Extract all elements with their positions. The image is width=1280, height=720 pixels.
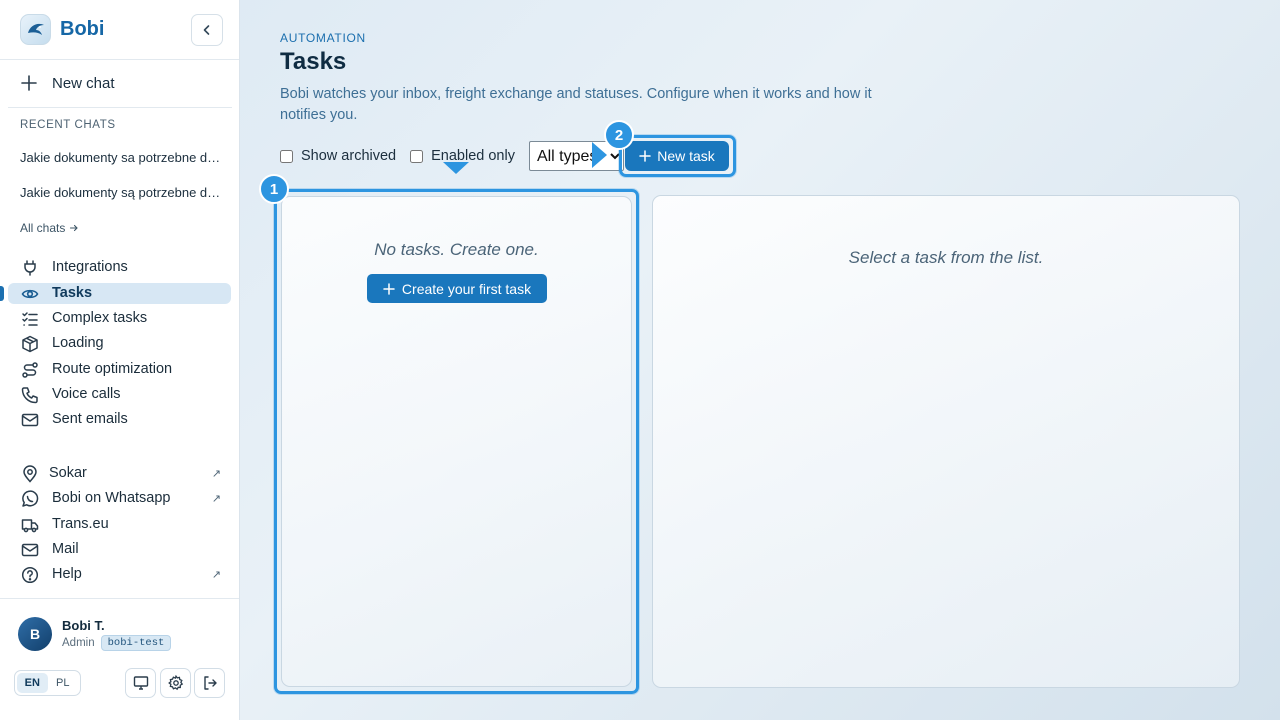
task-list-empty-message: No tasks. Create one. xyxy=(374,240,539,259)
create-first-task-label: Create your first task xyxy=(401,280,532,297)
eye-icon xyxy=(20,284,40,304)
task-list-panel: No tasks. Create one. Create your first … xyxy=(281,196,632,687)
sidebar-item-route-optimization[interactable]: Route optimization xyxy=(8,359,231,380)
sidebar-item-label: Complex tasks xyxy=(52,310,148,326)
sidebar-item-complex-tasks[interactable]: Complex tasks xyxy=(8,308,231,329)
annotation-marker-2: 2 xyxy=(604,120,634,150)
sidebar-item-label: Integrations xyxy=(52,259,128,275)
help-icon xyxy=(20,565,40,585)
package-icon xyxy=(20,334,40,354)
new-chat-label: New chat xyxy=(52,74,115,92)
divider xyxy=(8,107,232,108)
sidebar-link-whatsapp[interactable]: Bobi on Whatsapp ↗ xyxy=(8,488,231,509)
external-link-icon: ↗ xyxy=(211,569,221,581)
brand[interactable]: Bobi xyxy=(20,14,104,45)
sidebar-link-label: Help xyxy=(52,566,82,582)
logout-button[interactable] xyxy=(194,668,225,698)
user-name: Bobi T. xyxy=(62,617,105,633)
page-title: Tasks xyxy=(280,48,347,75)
sidebar-item-voice-calls[interactable]: Voice calls xyxy=(8,384,231,405)
plus-icon xyxy=(639,150,651,162)
divider xyxy=(0,59,239,60)
chevron-left-icon xyxy=(203,25,210,35)
recent-chat-item[interactable]: Jakie dokumenty sa potrzebne do... xyxy=(20,150,222,165)
section-eyebrow: AUTOMATION xyxy=(280,31,366,45)
plus-icon xyxy=(21,75,37,91)
sidebar-link-trans-eu[interactable]: Trans.eu xyxy=(8,514,231,535)
create-first-task-button[interactable]: Create your first task xyxy=(367,274,547,303)
logout-icon xyxy=(203,676,217,690)
new-chat-button[interactable]: New chat xyxy=(20,72,115,94)
new-task-label: New task xyxy=(657,148,715,164)
gear-icon xyxy=(167,675,183,691)
dolphin-logo-icon xyxy=(20,14,51,45)
recent-chats-heading: RECENT CHATS xyxy=(20,119,116,131)
annotation-pointer-right xyxy=(592,142,607,168)
show-archived-label: Show archived xyxy=(301,148,397,164)
divider xyxy=(0,598,239,599)
sidebar-item-label: Route optimization xyxy=(52,361,173,377)
route-icon xyxy=(20,360,40,380)
org-badge: bobi-test xyxy=(100,634,172,651)
annotation-marker-1: 1 xyxy=(259,174,289,204)
avatar: B xyxy=(18,617,52,651)
phone-icon xyxy=(20,385,40,405)
annotation-pointer-down xyxy=(443,162,469,174)
all-chats-label: All chats xyxy=(20,221,66,235)
language-switcher: EN PL xyxy=(14,670,81,696)
brand-name: Bobi xyxy=(60,18,105,40)
sidebar-item-label: Voice calls xyxy=(52,386,121,402)
monitor-icon xyxy=(133,676,148,690)
task-detail-panel: Select a task from the list. xyxy=(652,195,1240,688)
sidebar-link-help[interactable]: Help ↗ xyxy=(8,564,231,585)
settings-button[interactable] xyxy=(160,668,191,698)
user-profile[interactable]: B Bobi T. Admin bobi-test xyxy=(18,617,172,651)
sidebar-item-integrations[interactable]: Integrations xyxy=(8,257,231,278)
language-option-en[interactable]: EN xyxy=(17,673,48,693)
sidebar-item-tasks[interactable]: Tasks xyxy=(0,283,231,304)
enabled-only-checkbox[interactable] xyxy=(410,149,424,163)
plug-icon xyxy=(20,258,40,278)
mail-icon xyxy=(20,410,40,430)
arrow-right-icon xyxy=(70,224,79,232)
all-chats-link[interactable]: All chats xyxy=(20,221,79,235)
sidebar-link-label: Mail xyxy=(52,541,79,557)
map-pin-icon xyxy=(20,464,40,484)
whatsapp-icon xyxy=(20,489,40,509)
sidebar-link-sokar[interactable]: Sokar ↗ xyxy=(8,463,231,484)
truck-icon xyxy=(20,515,40,535)
show-archived-filter[interactable]: Show archived xyxy=(280,148,396,164)
checklist-icon xyxy=(20,309,40,329)
sidebar-item-label: Loading xyxy=(52,335,104,351)
show-archived-checkbox[interactable] xyxy=(280,149,293,163)
sidebar-link-label: Trans.eu xyxy=(52,516,109,532)
mail-icon xyxy=(20,540,40,560)
sidebar-item-label: Tasks xyxy=(52,285,93,301)
external-link-icon: ↗ xyxy=(211,468,221,480)
recent-chat-item[interactable]: Jakie dokumenty są potrzebne do... xyxy=(20,185,222,200)
page-subtitle: Bobi watches your inbox, freight exchang… xyxy=(280,86,872,123)
sidebar-item-label: Sent emails xyxy=(52,411,128,427)
language-option-pl[interactable]: PL xyxy=(48,673,79,693)
sidebar-link-label: Bobi on Whatsapp xyxy=(52,490,171,506)
display-mode-button[interactable] xyxy=(125,668,156,698)
new-task-button[interactable]: New task xyxy=(625,141,729,171)
sidebar-link-mail[interactable]: Mail xyxy=(8,539,231,560)
sidebar-item-sent-emails[interactable]: Sent emails xyxy=(8,409,231,430)
external-link-icon: ↗ xyxy=(211,493,221,505)
sidebar: Bobi New chat RECENT CHATS Jakie dokumen… xyxy=(0,0,240,720)
sidebar-link-label: Sokar xyxy=(49,465,87,481)
task-detail-empty-message: Select a task from the list. xyxy=(848,248,1044,267)
sidebar-item-loading[interactable]: Loading xyxy=(8,333,231,354)
plus-icon xyxy=(383,282,395,295)
user-role: Admin xyxy=(62,636,95,649)
collapse-sidebar-button[interactable] xyxy=(191,14,223,46)
